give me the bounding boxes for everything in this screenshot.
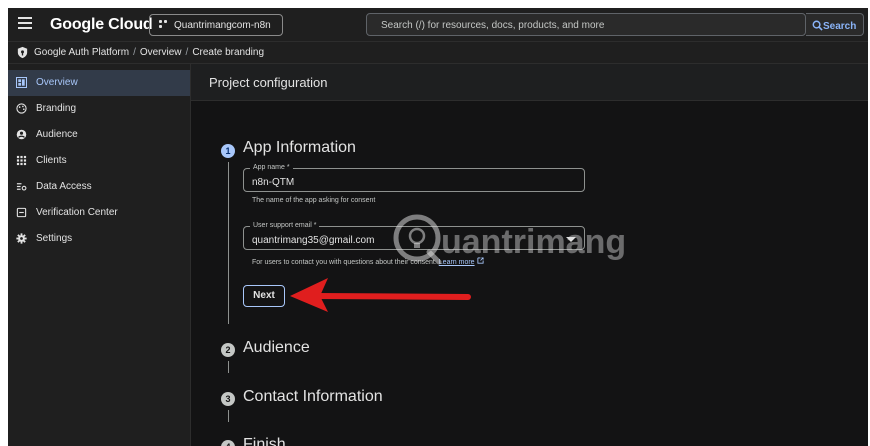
red-annotation-arrow xyxy=(290,278,471,312)
console-window: Google Cloud Quantrimangcom-n8n Search (… xyxy=(8,8,868,446)
sidebar-item-label: Data Access xyxy=(36,181,92,192)
dashboard-icon xyxy=(16,77,27,88)
step-number-3: 3 xyxy=(221,392,235,406)
search-input[interactable]: Search (/) for resources, docs, products… xyxy=(366,13,806,36)
breadcrumb-item-auth-platform[interactable]: Google Auth Platform xyxy=(34,47,129,58)
app-name-helper: The name of the app asking for consent xyxy=(252,197,376,204)
project-picker[interactable]: Quantrimangcom-n8n xyxy=(149,14,283,36)
data-access-icon xyxy=(16,183,27,191)
sidebar-item-label: Branding xyxy=(36,103,77,114)
main-content: Project configuration 1 App Information … xyxy=(190,64,868,446)
stepper-line xyxy=(228,361,229,373)
sidebar-item-audience[interactable]: Audience xyxy=(8,122,190,148)
main-header: Project configuration xyxy=(191,64,868,101)
step-label-audience[interactable]: Audience xyxy=(243,339,310,357)
sidebar-item-settings[interactable]: Settings xyxy=(8,226,190,252)
step-number-2: 2 xyxy=(221,343,235,357)
step-label-app-information[interactable]: App Information xyxy=(243,139,356,157)
search-button[interactable]: Search xyxy=(806,13,864,36)
top-bar: Google Cloud Quantrimangcom-n8n Search (… xyxy=(8,8,868,42)
stepper-line xyxy=(228,410,229,422)
next-button[interactable]: Next xyxy=(243,285,285,307)
sidebar-item-overview[interactable]: Overview xyxy=(8,70,190,96)
search-button-label: Search xyxy=(823,21,857,32)
support-email-value: quantrimang35@gmail.com xyxy=(252,235,375,246)
google-cloud-logo[interactable]: Google Cloud xyxy=(50,16,153,34)
app-name-label: App name * xyxy=(250,163,293,173)
sidebar-item-label: Audience xyxy=(36,129,78,140)
sidebar-item-label: Settings xyxy=(36,233,73,244)
verification-icon xyxy=(16,207,27,218)
sidebar-item-label: Clients xyxy=(36,155,67,166)
sidebar-item-data-access[interactable]: Data Access xyxy=(8,174,190,200)
app-name-field[interactable]: App name * n8n-QTM xyxy=(243,163,585,192)
menu-icon[interactable] xyxy=(18,17,32,31)
app-name-value: n8n-QTM xyxy=(252,177,295,188)
sidebar-item-clients[interactable]: Clients xyxy=(8,148,190,174)
sidebar-item-label: Verification Center xyxy=(36,207,118,218)
grid-icon xyxy=(16,155,27,166)
breadcrumb-item-create-branding: Create branding xyxy=(192,47,265,58)
page-title: Project configuration xyxy=(209,75,328,90)
watermark-text: uantrimang xyxy=(441,223,626,261)
quantrimang-watermark: uantrimang xyxy=(393,214,626,265)
step-label-contact-information[interactable]: Contact Information xyxy=(243,388,383,406)
step-number-4: 4 xyxy=(221,440,235,446)
person-icon xyxy=(16,129,27,140)
palette-icon xyxy=(16,103,27,114)
breadcrumb-item-overview[interactable]: Overview xyxy=(140,47,182,58)
step-label-finish[interactable]: Finish xyxy=(243,436,286,446)
search-icon xyxy=(812,20,823,31)
project-icon xyxy=(159,20,169,30)
breadcrumb: Google Auth Platform / Overview / Create bra… xyxy=(8,42,868,64)
breadcrumb-separator: / xyxy=(133,47,136,58)
breadcrumb-separator: / xyxy=(185,47,189,58)
sidebar: Overview Branding Audience Clients Data … xyxy=(8,70,190,446)
support-email-label: User support email * xyxy=(250,221,320,231)
project-name: Quantrimangcom-n8n xyxy=(174,20,271,31)
sidebar-item-verification-center[interactable]: Verification Center xyxy=(8,200,190,226)
gear-icon xyxy=(16,233,27,244)
stepper-line xyxy=(228,162,229,324)
sidebar-item-branding[interactable]: Branding xyxy=(8,96,190,122)
sidebar-item-label: Overview xyxy=(36,77,78,88)
auth-platform-icon xyxy=(17,46,28,59)
step-number-1: 1 xyxy=(221,144,235,158)
